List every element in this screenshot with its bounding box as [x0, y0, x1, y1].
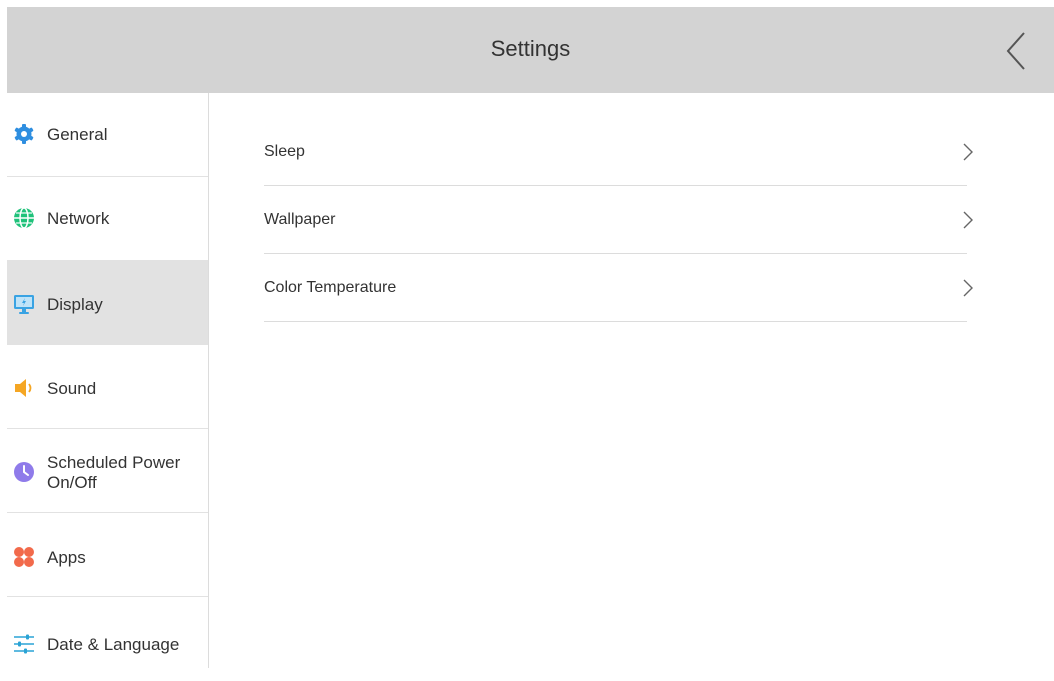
sidebar-item-label: Date & Language: [47, 635, 180, 654]
sidebar-item-label-line2: On/Off: [47, 473, 97, 492]
gear-icon: [14, 124, 34, 144]
chevron-right-icon: [963, 279, 973, 297]
sidebar-item-scheduled-power[interactable]: Scheduled Power On/Off: [7, 429, 208, 513]
sidebar-item-label: Display: [47, 295, 103, 314]
sidebar-item-label: Scheduled Power: [47, 453, 181, 472]
menu-item-wallpaper[interactable]: Wallpaper: [264, 186, 973, 254]
sidebar-item-label: Apps: [47, 548, 86, 567]
menu-item-label: Color Temperature: [264, 279, 397, 296]
monitor-icon: [14, 295, 34, 314]
apps-icon: [14, 547, 34, 567]
chevron-left-icon: [1006, 32, 1025, 70]
menu-item-label: Sleep: [264, 143, 305, 160]
clock-icon: [14, 462, 34, 482]
sidebar-item-label: General: [47, 125, 108, 144]
speaker-icon: [15, 379, 32, 397]
header-bar: Settings: [7, 7, 1054, 93]
sidebar-item-display[interactable]: Display: [7, 261, 208, 345]
menu-item-label: Wallpaper: [264, 211, 336, 228]
sidebar: General Network Display Sound Scheduled …: [7, 93, 209, 668]
display-settings-panel: Sleep Wallpaper Color Temperature: [209, 93, 1054, 668]
sidebar-item-apps[interactable]: Apps: [7, 513, 208, 597]
page-title: Settings: [490, 36, 571, 61]
back-button[interactable]: [997, 29, 1037, 73]
sidebar-item-general[interactable]: General: [7, 93, 208, 177]
menu-item-color-temperature[interactable]: Color Temperature: [264, 254, 973, 322]
sidebar-item-label: Network: [47, 209, 110, 228]
sliders-icon: [14, 634, 34, 654]
chevron-right-icon: [963, 143, 973, 161]
sidebar-item-sound[interactable]: Sound: [7, 345, 208, 429]
sidebar-item-date-language[interactable]: Date & Language: [7, 597, 208, 681]
sidebar-item-network[interactable]: Network: [7, 177, 208, 261]
chevron-right-icon: [963, 211, 973, 229]
globe-icon: [14, 207, 34, 229]
menu-item-sleep[interactable]: Sleep: [264, 118, 973, 186]
sidebar-item-label: Sound: [47, 379, 97, 398]
